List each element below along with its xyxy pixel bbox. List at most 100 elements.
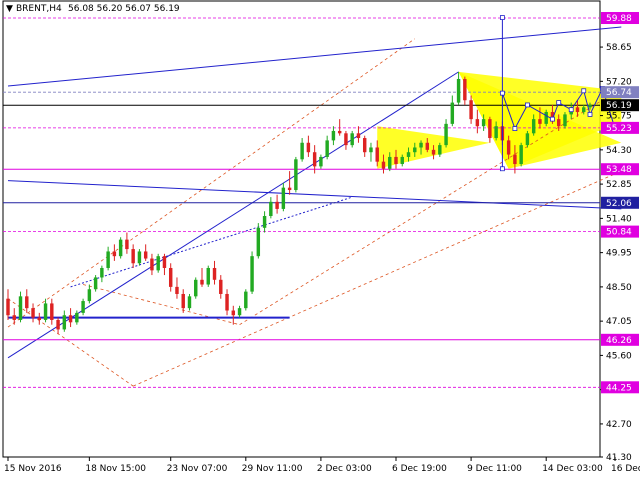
- candle-body: [93, 277, 98, 290]
- candle-body: [456, 78, 461, 103]
- candle-body: [168, 267, 173, 287]
- candle-body: [488, 119, 492, 139]
- collapse-marker-icon[interactable]: ▼: [6, 4, 13, 14]
- candle-body: [225, 293, 229, 311]
- forecast-point: [587, 112, 593, 117]
- y-tick-label: 51.40: [606, 214, 632, 224]
- candle-body: [237, 308, 242, 316]
- candle-body: [425, 142, 430, 150]
- y-tick-label: 52.85: [606, 180, 632, 190]
- candle-body: [356, 133, 361, 139]
- level-label-text: 50.84: [606, 228, 632, 238]
- forecast-point: [499, 166, 505, 172]
- level-label-text: 44.25: [606, 383, 632, 393]
- x-tick-label: 6 Dec 19:00: [392, 464, 447, 474]
- candle-body: [87, 289, 92, 302]
- candle-body: [413, 147, 417, 153]
- candle-body: [444, 123, 448, 146]
- candle-body: [256, 227, 261, 257]
- level-labels: 59.88 56.74 56.19 55.23 53.48 52.06 50.84 46.26…: [601, 12, 639, 394]
- candle-body: [331, 130, 336, 141]
- candle-body: [544, 112, 548, 124]
- chart-canvas[interactable]: 58.65 57.20 55.75 54.30 52.85 51.40 49.95 48.50…: [0, 0, 640, 480]
- candle-body: [125, 239, 129, 250]
- candle-body: [375, 147, 379, 162]
- candle-body: [450, 102, 455, 124]
- candle-body: [588, 104, 592, 108]
- y-tick-label: 47.05: [606, 317, 632, 327]
- candle-body: [137, 251, 142, 264]
- candle-body: [531, 119, 536, 134]
- candle-body: [262, 216, 267, 228]
- candle-body: [294, 159, 298, 191]
- y-tick-label: 54.30: [606, 146, 632, 156]
- level-label-text: 55.23: [606, 124, 632, 134]
- candle-body: [394, 156, 398, 165]
- candle-body: [143, 251, 148, 259]
- candle-body: [350, 133, 354, 146]
- candle-body: [306, 142, 311, 153]
- candle-body: [181, 293, 185, 309]
- candle-body: [25, 296, 29, 309]
- candle-body: [337, 130, 342, 134]
- candle-body: [325, 140, 329, 157]
- x-tick-label: 29 Nov 11:00: [242, 464, 303, 474]
- x-tick-label: 16 Dec 19:00: [611, 464, 640, 474]
- candle-body: [287, 187, 292, 191]
- candle-body: [75, 312, 79, 323]
- candle-body: [475, 119, 480, 127]
- candle-body: [525, 133, 530, 146]
- forecast-point: [556, 100, 562, 105]
- time-axis-ticks: 15 Nov 2016 18 Nov 15:00 23 Nov 07:00 29 No…: [4, 457, 640, 474]
- y-tick-label: 58.65: [606, 43, 632, 53]
- candle-body: [369, 147, 373, 153]
- candle-body: [400, 156, 404, 165]
- x-tick-label: 15 Nov 2016: [4, 464, 62, 474]
- y-tick-label: 49.95: [606, 249, 632, 259]
- candle-body: [118, 239, 123, 257]
- level-label-text: 52.06: [606, 199, 632, 209]
- y-tick-label: 41.30: [606, 453, 632, 463]
- ohlc-values: 56.08 56.20 56.07 56.19: [68, 4, 180, 14]
- candle-body: [31, 308, 35, 318]
- candle-body: [538, 119, 542, 124]
- candle-body: [582, 107, 586, 113]
- forecast-point: [512, 126, 518, 131]
- forecast-point: [550, 116, 555, 122]
- candle-body: [231, 310, 236, 316]
- candle-body: [131, 249, 135, 264]
- candle-body: [43, 303, 48, 320]
- candle-body: [68, 315, 73, 323]
- candle-body: [563, 114, 567, 127]
- candle-body: [513, 154, 517, 165]
- y-tick-label: 42.70: [606, 420, 632, 430]
- level-label-text: 46.26: [606, 336, 632, 346]
- plot-frame: [2, 0, 601, 458]
- candle-body: [269, 201, 273, 217]
- candle-body: [506, 140, 511, 155]
- candle-body: [312, 152, 317, 167]
- x-tick-label: 9 Dec 11:00: [467, 464, 522, 474]
- candle-body: [575, 107, 580, 113]
- price-chart[interactable]: 58.65 57.20 55.75 54.30 52.85 51.40 49.95 48.50…: [0, 0, 640, 480]
- candle-body: [37, 317, 42, 320]
- candle-body: [362, 138, 367, 153]
- y-tick-label: 48.50: [606, 283, 632, 293]
- candle-body: [406, 152, 411, 157]
- candle-body: [469, 100, 473, 120]
- candle-body: [300, 142, 304, 160]
- x-tick-label: 23 Nov 07:00: [167, 464, 228, 474]
- candle-body: [275, 201, 279, 209]
- candle-body: [50, 303, 54, 320]
- candle-body: [219, 279, 223, 294]
- x-tick-label: 18 Nov 15:00: [85, 464, 146, 474]
- forecast-point: [499, 90, 505, 96]
- x-tick-label: 2 Dec 03:00: [317, 464, 372, 474]
- candle-body: [419, 142, 423, 148]
- forecast-point: [525, 102, 530, 108]
- candle-body: [388, 156, 392, 169]
- candle-body: [244, 291, 248, 309]
- candle-body: [100, 267, 104, 278]
- candle-body: [212, 267, 217, 280]
- level-label-text: 59.88: [606, 14, 632, 24]
